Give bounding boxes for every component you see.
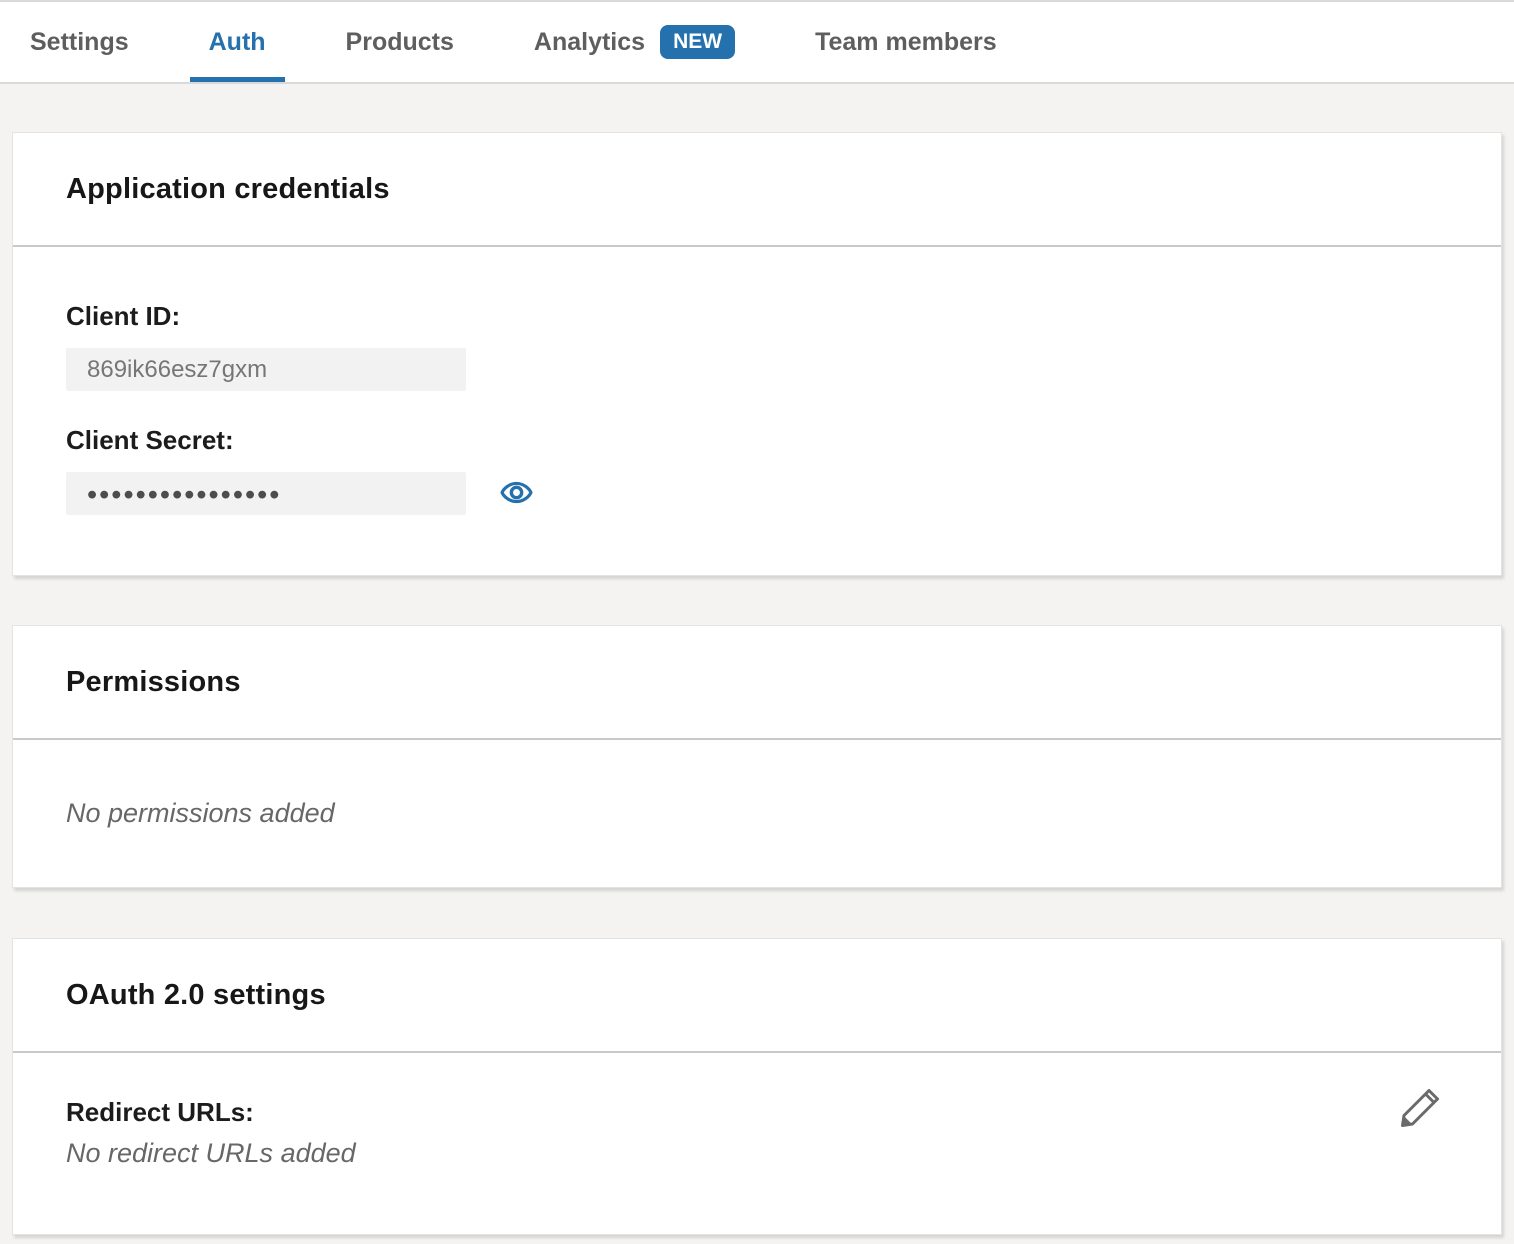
edit-redirect-urls-button[interactable]	[1397, 1085, 1443, 1131]
no-permissions-text: No permissions added	[66, 798, 335, 829]
application-credentials-header: Application credentials	[13, 133, 1501, 247]
tab-team-members-label: Team members	[815, 28, 997, 57]
tab-settings[interactable]: Settings	[11, 2, 148, 82]
tab-bar: Settings Auth Products Analytics NEW Tea…	[0, 0, 1514, 84]
application-credentials-title: Application credentials	[66, 173, 390, 206]
no-redirect-urls-text: No redirect URLs added	[66, 1138, 356, 1168]
application-credentials-card: Application credentials Client ID: 869ik…	[12, 132, 1502, 576]
eye-icon	[500, 476, 533, 512]
client-secret-masked-value: ••••••••••••••••	[87, 477, 281, 510]
tab-auth[interactable]: Auth	[190, 2, 285, 82]
permissions-header: Permissions	[13, 626, 1501, 740]
application-credentials-body: Client ID: 869ik66esz7gxm Client Secret:…	[13, 247, 1501, 515]
oauth-settings-header: OAuth 2.0 settings	[13, 939, 1501, 1053]
new-badge: NEW	[660, 25, 735, 59]
tab-analytics[interactable]: Analytics NEW	[515, 2, 754, 82]
client-id-value: 869ik66esz7gxm	[87, 356, 267, 384]
client-secret-row: ••••••••••••••••	[66, 472, 1448, 515]
client-id-field[interactable]: 869ik66esz7gxm	[66, 348, 466, 391]
tab-analytics-label: Analytics	[534, 28, 645, 57]
tab-products-label: Products	[346, 28, 454, 57]
redirect-urls-label: Redirect URLs:	[66, 1097, 1448, 1128]
oauth-settings-card: OAuth 2.0 settings Redirect URLs: No red…	[12, 938, 1502, 1235]
tab-auth-label: Auth	[209, 28, 266, 57]
permissions-body: No permissions added	[13, 740, 1501, 887]
main-content: Application credentials Client ID: 869ik…	[0, 84, 1514, 1235]
tab-team-members[interactable]: Team members	[796, 2, 1016, 82]
oauth-settings-body: Redirect URLs: No redirect URLs added	[13, 1053, 1501, 1169]
client-secret-label: Client Secret:	[66, 425, 1448, 456]
client-id-label: Client ID:	[66, 301, 1448, 332]
tab-products[interactable]: Products	[327, 2, 473, 82]
reveal-secret-button[interactable]	[499, 477, 533, 511]
permissions-title: Permissions	[66, 666, 241, 699]
tab-settings-label: Settings	[30, 28, 129, 57]
permissions-card: Permissions No permissions added	[12, 625, 1502, 888]
oauth-settings-title: OAuth 2.0 settings	[66, 979, 326, 1012]
client-secret-field[interactable]: ••••••••••••••••	[66, 472, 466, 515]
pencil-icon	[1398, 1119, 1442, 1134]
